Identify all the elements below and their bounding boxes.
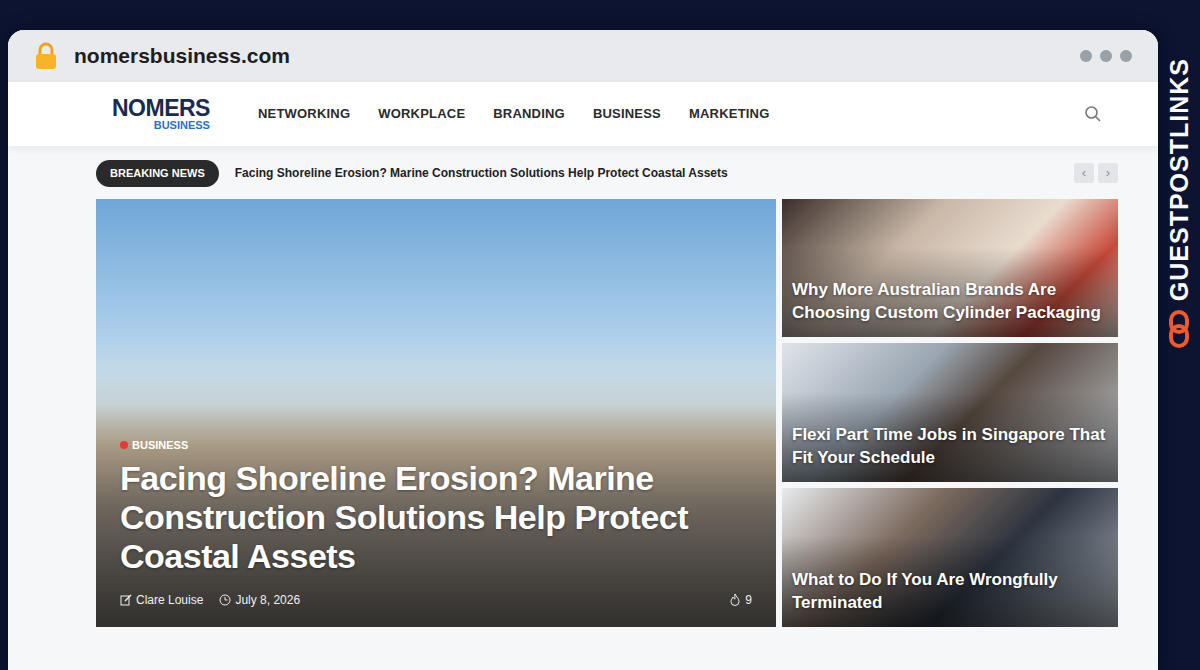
- side-post-title[interactable]: Flexi Part Time Jobs in Singapore That F…: [792, 424, 1108, 470]
- dot-icon[interactable]: [1080, 50, 1092, 62]
- nav-item[interactable]: MARKETING: [689, 104, 770, 124]
- lock-icon: [34, 42, 58, 70]
- nav-item[interactable]: NETWORKING: [258, 104, 350, 124]
- window-controls: [1080, 50, 1132, 62]
- address-bar[interactable]: nomersbusiness.com: [8, 30, 1158, 82]
- breaking-bar: BREAKING NEWS Facing Shoreline Erosion? …: [96, 160, 1118, 187]
- url-text[interactable]: nomersbusiness.com: [74, 40, 290, 72]
- view-count: 9: [745, 591, 752, 609]
- nav-item[interactable]: BRANDING: [493, 104, 565, 124]
- clock-icon: [219, 594, 231, 606]
- scene: nomersbusiness.com NOMERS BUSINESS NETWO…: [0, 0, 1200, 670]
- featured-post[interactable]: BUSINESS Facing Shoreline Erosion? Marin…: [96, 199, 776, 627]
- dot-icon[interactable]: [1120, 50, 1132, 62]
- breaking-label: BREAKING NEWS: [96, 160, 219, 187]
- site-nav: NOMERS BUSINESS NETWORKING WORKPLACE BRAND…: [8, 82, 1158, 146]
- hero-grid: BUSINESS Facing Shoreline Erosion? Marin…: [96, 199, 1118, 627]
- category-label[interactable]: BUSINESS: [132, 437, 188, 454]
- nav-item[interactable]: WORKPLACE: [378, 104, 465, 124]
- side-post-title[interactable]: Why More Australian Brands Are Choosing …: [792, 279, 1108, 325]
- side-posts: Why More Australian Brands Are Choosing …: [782, 199, 1118, 627]
- side-post-title[interactable]: What to Do If You Are Wrongfully Termina…: [792, 569, 1108, 615]
- site-logo[interactable]: NOMERS BUSINESS: [112, 97, 210, 131]
- author[interactable]: Clare Louise: [136, 591, 203, 609]
- brand-text: GUESTPOSTLINKS: [1167, 58, 1192, 301]
- logo-top[interactable]: NOMERS: [112, 97, 210, 120]
- post-date: July 8, 2026: [235, 591, 300, 609]
- link-icon: [1166, 309, 1192, 349]
- nav-item[interactable]: BUSINESS: [593, 104, 661, 124]
- side-post[interactable]: What to Do If You Are Wrongfully Termina…: [782, 488, 1118, 627]
- featured-title[interactable]: Facing Shoreline Erosion? Marine Constru…: [120, 459, 752, 576]
- page-body: BREAKING NEWS Facing Shoreline Erosion? …: [8, 146, 1158, 670]
- flame-icon: [729, 593, 741, 606]
- nav-menu: NETWORKING WORKPLACE BRANDING BUSINESS MARKE…: [258, 104, 770, 124]
- side-post[interactable]: Flexi Part Time Jobs in Singapore That F…: [782, 343, 1118, 482]
- search-icon[interactable]: [1084, 105, 1102, 123]
- pencil-icon: [120, 594, 132, 606]
- browser-window: nomersbusiness.com NOMERS BUSINESS NETWO…: [8, 30, 1158, 670]
- next-button[interactable]: ›: [1098, 163, 1118, 183]
- brand-strip: GUESTPOSTLINKS: [1158, 0, 1200, 670]
- dot-icon[interactable]: [1100, 50, 1112, 62]
- logo-bottom[interactable]: BUSINESS: [112, 120, 210, 131]
- category-dot: [120, 441, 128, 449]
- side-post[interactable]: Why More Australian Brands Are Choosing …: [782, 199, 1118, 338]
- prev-button[interactable]: ‹: [1074, 163, 1094, 183]
- breaking-headline[interactable]: Facing Shoreline Erosion? Marine Constru…: [235, 164, 728, 182]
